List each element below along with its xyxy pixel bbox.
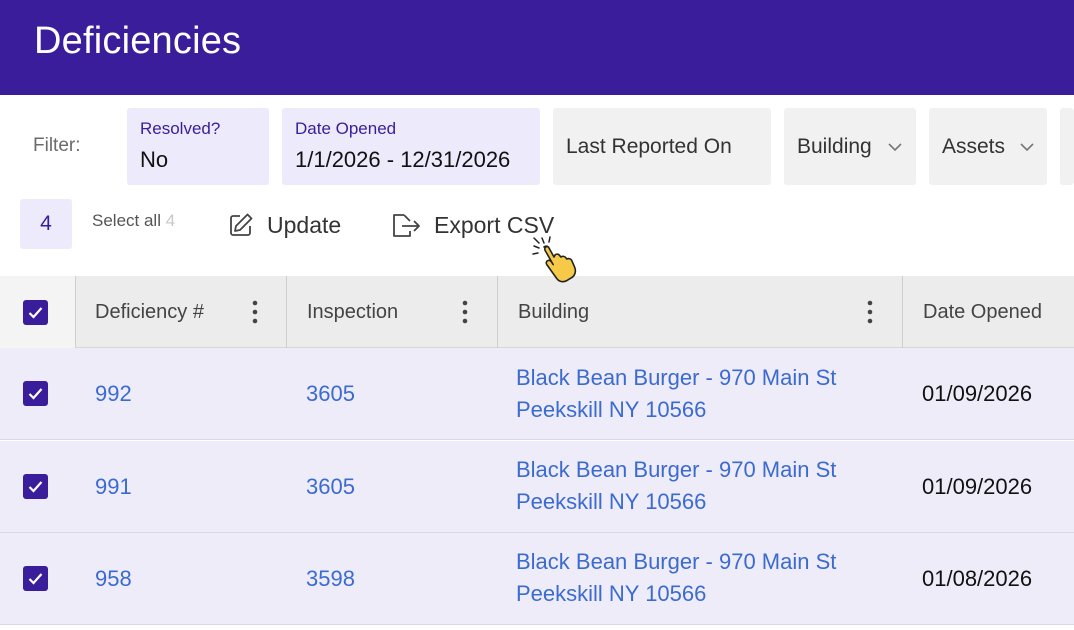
filter-assets[interactable]: Assets xyxy=(929,108,1047,185)
column-divider xyxy=(497,276,498,348)
filter-more[interactable] xyxy=(1060,108,1074,185)
building-link[interactable]: Black Bean Burger - 970 Main St Peekskil… xyxy=(516,546,886,610)
update-button[interactable]: Update xyxy=(227,206,341,244)
row-checkbox[interactable] xyxy=(23,474,48,499)
pointer-hand-icon xyxy=(532,236,577,283)
select-all-link[interactable]: Select all 4 xyxy=(92,211,175,231)
building-link[interactable]: Black Bean Burger - 970 Main St Peekskil… xyxy=(516,454,886,518)
inspection-link[interactable]: 3598 xyxy=(306,566,355,592)
building-address: Peekskill NY 10566 xyxy=(516,489,707,514)
filter-date-opened[interactable]: Date Opened 1/1/2026 - 12/31/2026 xyxy=(282,108,540,185)
building-name: Black Bean Burger - 970 Main St xyxy=(516,457,837,482)
column-divider xyxy=(286,276,287,348)
kebab-menu-icon[interactable] xyxy=(252,300,258,324)
filter-assets-label: Assets xyxy=(942,135,1006,158)
filter-resolved-value: No xyxy=(140,147,169,172)
filter-building-label: Building xyxy=(797,135,872,158)
building-link[interactable]: Black Bean Burger - 970 Main St Peekskil… xyxy=(516,362,886,426)
checkmark-icon xyxy=(28,307,43,319)
chevron-down-icon xyxy=(1020,143,1034,152)
deficiency-link[interactable]: 992 xyxy=(95,381,132,407)
date-opened-cell: 01/09/2026 xyxy=(922,474,1033,499)
checkmark-icon xyxy=(28,573,43,585)
deficiency-link[interactable]: 958 xyxy=(95,566,132,592)
kebab-menu-icon[interactable] xyxy=(462,300,468,324)
building-name: Black Bean Burger - 970 Main St xyxy=(516,365,837,390)
select-all-count: 4 xyxy=(165,211,176,230)
select-all-label: Select all xyxy=(92,211,161,230)
row-checkbox[interactable] xyxy=(23,566,48,591)
column-header-building[interactable]: Building xyxy=(518,276,589,348)
export-arrow-icon xyxy=(393,214,420,237)
filter-last-reported[interactable]: Last Reported On xyxy=(553,108,771,185)
selected-count-badge: 4 xyxy=(20,199,72,249)
pencil-square-icon xyxy=(230,213,253,236)
filter-building[interactable]: Building xyxy=(784,108,916,185)
filter-date-opened-value: 1/1/2026 - 12/31/2026 xyxy=(295,147,511,172)
page-header: Deficiencies xyxy=(0,0,1074,95)
column-header-inspection[interactable]: Inspection xyxy=(307,276,398,348)
date-opened-cell: 01/09/2026 xyxy=(922,381,1033,406)
date-opened-cell: 01/08/2026 xyxy=(922,566,1033,591)
column-header-deficiency[interactable]: Deficiency # xyxy=(95,276,204,348)
page-title: Deficiencies xyxy=(34,20,242,62)
building-name: Black Bean Burger - 970 Main St xyxy=(516,549,837,574)
chevron-down-icon xyxy=(888,143,902,152)
row-checkbox[interactable] xyxy=(23,381,48,406)
filter-resolved-label: Resolved? xyxy=(140,119,221,138)
update-button-label: Update xyxy=(267,211,342,238)
select-all-checkbox[interactable] xyxy=(23,300,48,325)
column-divider xyxy=(75,276,76,348)
filter-date-opened-label: Date Opened xyxy=(295,119,397,138)
kebab-menu-icon[interactable] xyxy=(867,300,873,324)
inspection-link[interactable]: 3605 xyxy=(306,474,355,500)
building-address: Peekskill NY 10566 xyxy=(516,397,707,422)
filter-last-reported-label: Last Reported On xyxy=(566,135,732,158)
checkmark-icon xyxy=(28,481,43,493)
building-address: Peekskill NY 10566 xyxy=(516,581,707,606)
inspection-link[interactable]: 3605 xyxy=(306,381,355,407)
filter-label: Filter: xyxy=(33,135,81,156)
deficiency-link[interactable]: 991 xyxy=(95,474,132,500)
column-header-date-opened[interactable]: Date Opened xyxy=(923,276,1042,348)
checkmark-icon xyxy=(28,388,43,400)
column-divider xyxy=(902,276,903,348)
filter-resolved[interactable]: Resolved? No xyxy=(127,108,269,185)
